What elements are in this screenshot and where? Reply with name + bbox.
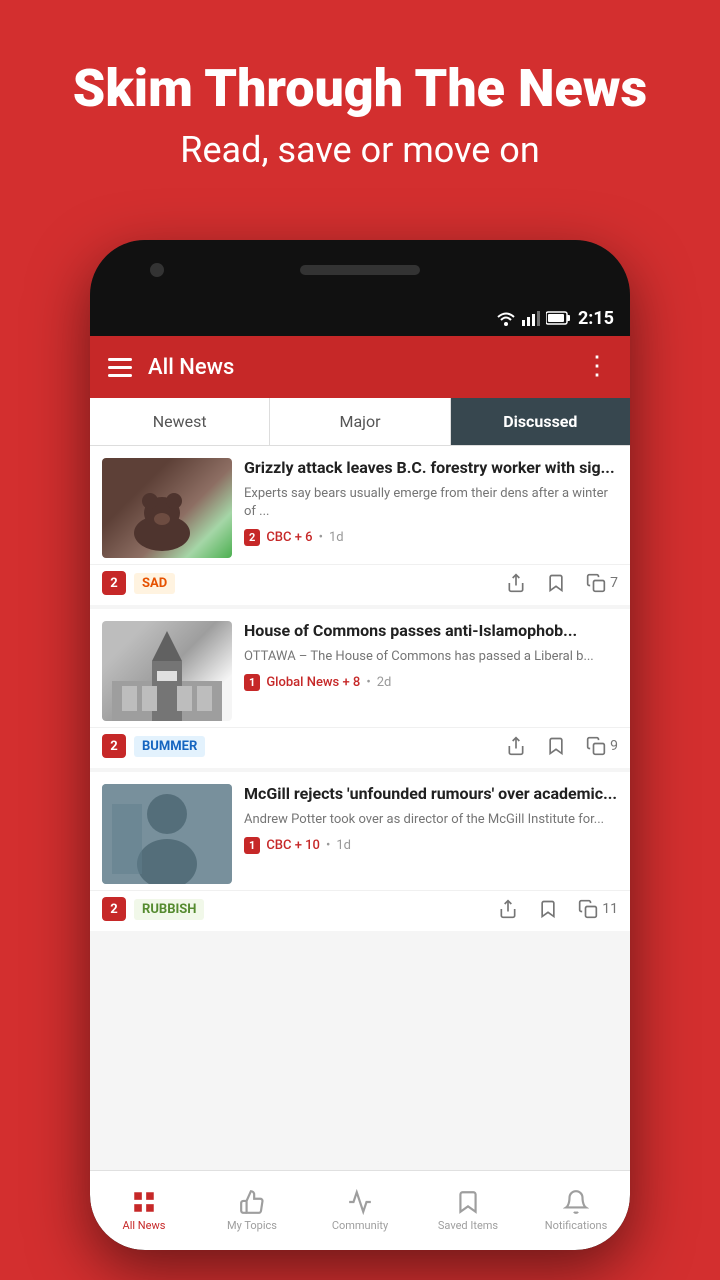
nav-all-news[interactable]: All News <box>90 1181 198 1240</box>
notifications-icon <box>563 1189 589 1215</box>
share-icon-1[interactable] <box>506 573 526 593</box>
saved-items-icon <box>455 1189 481 1215</box>
app-toolbar: All News ⋮ <box>90 336 630 398</box>
phone-top-bar <box>90 240 630 300</box>
news-content-3: McGill rejects 'unfounded rumours' over … <box>244 784 618 884</box>
menu-icon[interactable] <box>108 358 132 377</box>
reaction-num-1: 2 <box>102 571 126 595</box>
reaction-label-2: BUMMER <box>134 736 205 757</box>
source-time-2: 2d <box>377 675 392 690</box>
nav-label-all-news: All News <box>123 1219 166 1232</box>
copy-icon-1[interactable]: 7 <box>586 573 618 593</box>
reaction-num-3: 2 <box>102 897 126 921</box>
source-name-2: Global News + 8 <box>266 675 360 690</box>
action-icons-2: 9 <box>506 736 618 756</box>
nav-notifications[interactable]: Notifications <box>522 1181 630 1240</box>
reaction-label-3: RUBBISH <box>134 899 204 920</box>
signal-icon <box>522 310 540 326</box>
status-icons <box>496 310 570 326</box>
bear-silhouette <box>122 483 202 553</box>
news-content-2: House of Commons passes anti-Islamophob.… <box>244 621 618 721</box>
phone-camera <box>150 263 164 277</box>
news-card-top-3: McGill rejects 'unfounded rumours' over … <box>90 772 630 884</box>
toolbar-title: All News <box>148 355 568 380</box>
battery-icon <box>546 311 570 325</box>
bookmark-icon-3[interactable] <box>538 899 558 919</box>
action-icons-1: 7 <box>506 573 618 593</box>
action-icons-3: 11 <box>498 899 618 919</box>
nav-label-my-topics: My Topics <box>227 1219 277 1232</box>
nav-saved-items[interactable]: Saved Items <box>414 1181 522 1240</box>
news-excerpt-2: OTTAWA – The House of Commons has passed… <box>244 648 618 666</box>
news-excerpt-3: Andrew Potter took over as director of t… <box>244 811 618 829</box>
my-topics-icon <box>239 1189 265 1215</box>
nav-label-community: Community <box>332 1219 388 1232</box>
source-time-3: 1d <box>336 838 351 853</box>
news-card-top-1: Grizzly attack leaves B.C. forestry work… <box>90 446 630 558</box>
news-meta-1: 2 CBC + 6 • 1d <box>244 529 618 546</box>
status-time: 2:15 <box>578 308 614 329</box>
copy-icon-3[interactable]: 11 <box>578 899 618 919</box>
source-time-1: 1d <box>329 530 344 545</box>
copy-icon-2[interactable]: 9 <box>586 736 618 756</box>
app-screen: All News ⋮ Newest Major Discussed <box>90 336 630 1170</box>
reaction-label-1: SAD <box>134 573 175 594</box>
all-news-icon <box>131 1189 157 1215</box>
community-icon <box>347 1189 373 1215</box>
phone-shell: 2:15 All News ⋮ Newest Major Discussed <box>90 240 630 1250</box>
news-card-top-2: House of Commons passes anti-Islamophob.… <box>90 609 630 721</box>
reaction-badge-3: 2 RUBBISH <box>102 897 204 921</box>
card-actions-2: 2 BUMMER <box>90 727 630 768</box>
bookmark-icon-2[interactable] <box>546 736 566 756</box>
source-badge-3: 1 <box>244 837 260 854</box>
news-card-2[interactable]: House of Commons passes anti-Islamophob.… <box>90 609 630 768</box>
phone-speaker <box>300 265 420 275</box>
share-icon-3[interactable] <box>498 899 518 919</box>
sort-tabs: Newest Major Discussed <box>90 398 630 446</box>
card-actions-3: 2 RUBBISH <box>90 890 630 931</box>
copy-count-2: 9 <box>610 738 618 754</box>
person-silhouette <box>102 784 232 884</box>
bg-header: Skim Through The News Read, save or move… <box>0 0 720 201</box>
reaction-badge-1: 2 SAD <box>102 571 202 595</box>
news-title-1: Grizzly attack leaves B.C. forestry work… <box>244 458 618 479</box>
news-meta-2: 1 Global News + 8 • 2d <box>244 674 618 691</box>
more-options-icon[interactable]: ⋮ <box>584 359 612 375</box>
nav-community[interactable]: Community <box>306 1181 414 1240</box>
share-icon-2[interactable] <box>506 736 526 756</box>
bookmark-icon-1[interactable] <box>546 573 566 593</box>
status-bar: 2:15 <box>90 300 630 336</box>
news-title-2: House of Commons passes anti-Islamophob.… <box>244 621 618 642</box>
news-content-1: Grizzly attack leaves B.C. forestry work… <box>244 458 618 558</box>
bg-subheadline: Read, save or move on <box>40 129 680 171</box>
parliament-silhouette <box>102 621 232 721</box>
copy-count-1: 7 <box>610 575 618 591</box>
wifi-icon <box>496 310 516 326</box>
news-meta-3: 1 CBC + 10 • 1d <box>244 837 618 854</box>
reaction-badge-2: 2 BUMMER <box>102 734 205 758</box>
bg-headline: Skim Through The News <box>40 60 680 117</box>
news-thumb-1 <box>102 458 232 558</box>
nav-my-topics[interactable]: My Topics <box>198 1181 306 1240</box>
news-excerpt-1: Experts say bears usually emerge from th… <box>244 485 618 521</box>
news-card-3[interactable]: McGill rejects 'unfounded rumours' over … <box>90 772 630 931</box>
news-title-3: McGill rejects 'unfounded rumours' over … <box>244 784 618 805</box>
source-badge-2: 1 <box>244 674 260 691</box>
news-list: Grizzly attack leaves B.C. forestry work… <box>90 446 630 1168</box>
source-name-3: CBC + 10 <box>266 838 320 853</box>
news-card-1[interactable]: Grizzly attack leaves B.C. forestry work… <box>90 446 630 605</box>
nav-label-notifications: Notifications <box>545 1219 608 1232</box>
source-name-1: CBC + 6 <box>266 530 312 545</box>
card-actions-1: 2 SAD <box>90 564 630 605</box>
reaction-num-2: 2 <box>102 734 126 758</box>
source-badge-1: 2 <box>244 529 260 546</box>
tab-major[interactable]: Major <box>270 398 450 445</box>
nav-label-saved-items: Saved Items <box>438 1219 498 1232</box>
bottom-nav: All News My Topics Community Saved Items <box>90 1170 630 1250</box>
tab-newest[interactable]: Newest <box>90 398 270 445</box>
news-thumb-2 <box>102 621 232 721</box>
news-thumb-3 <box>102 784 232 884</box>
tab-discussed[interactable]: Discussed <box>451 398 630 445</box>
copy-count-3: 11 <box>602 901 618 917</box>
